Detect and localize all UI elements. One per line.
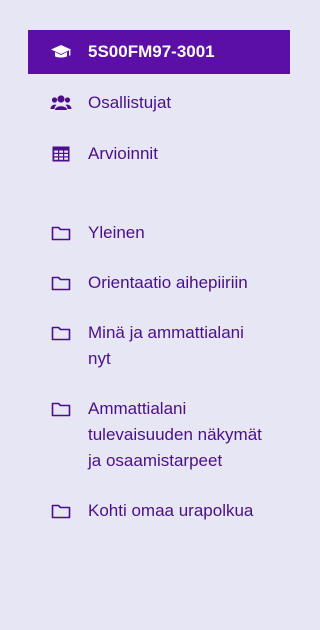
users-icon [50,93,72,113]
grades-link[interactable]: Arvioinnit [28,141,290,167]
section-link-tulevaisuuden-nakymat[interactable]: Ammattialani tulevaisuuden näkymät ja os… [28,396,290,474]
course-sections: Yleinen Orientaatio aihepiiriin Minä ja … [28,220,290,524]
section-link-kohti-omaa-urapolkua[interactable]: Kohti omaa urapolkua [28,498,290,524]
section-link-mina-ja-ammattialani[interactable]: Minä ja ammattialani nyt [28,320,290,372]
folder-icon [50,273,72,293]
folder-icon [50,501,72,521]
participants-link[interactable]: Osallistujat [28,90,290,116]
section-link-orientaatio[interactable]: Orientaatio aihepiiriin [28,270,290,296]
section-link-yleinen[interactable]: Yleinen [28,220,290,246]
graduation-cap-icon [50,42,72,62]
participants-label: Osallistujat [88,93,172,112]
folder-icon [50,223,72,243]
section-label: Kohti omaa urapolkua [88,501,254,520]
section-label: Yleinen [88,223,145,242]
course-navigation: 5S00FM97-3001 Osallistujat Arvioinnit [28,30,290,167]
section-label: Orientaatio aihepiiriin [88,273,248,292]
course-home-link[interactable]: 5S00FM97-3001 [28,30,290,74]
folder-icon [50,399,72,419]
table-icon [50,144,72,164]
folder-icon [50,323,72,343]
course-code: 5S00FM97-3001 [88,42,215,61]
grades-label: Arvioinnit [88,144,158,163]
section-label: Minä ja ammattialani nyt [88,323,244,368]
section-label: Ammattialani tulevaisuuden näkymät ja os… [88,399,262,470]
